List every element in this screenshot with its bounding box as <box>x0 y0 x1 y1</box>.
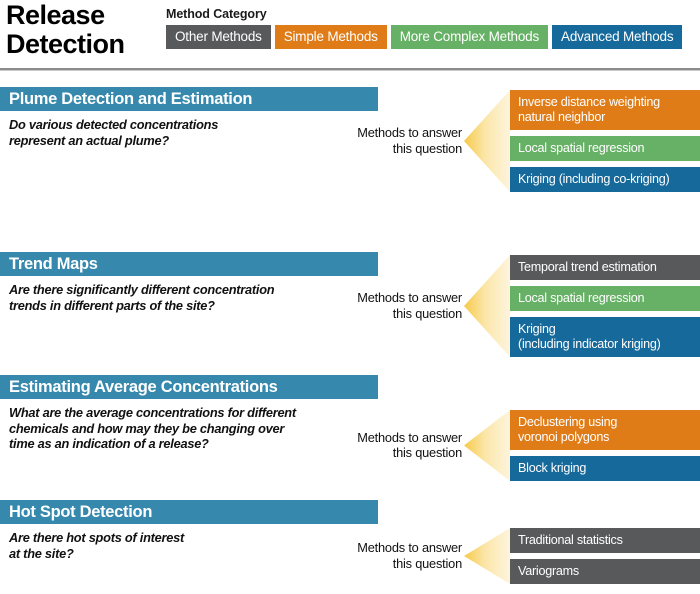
method-box[interactable]: Declustering using voronoi polygons <box>510 410 700 450</box>
methods-cta-label: Methods to answer this question <box>357 290 462 321</box>
legend-badge-3[interactable]: Advanced Methods <box>552 25 683 49</box>
legend-badge-0[interactable]: Other Methods <box>166 25 271 49</box>
header-divider <box>0 68 700 71</box>
section-question: Are there hot spots of interest at the s… <box>9 530 184 561</box>
method-list-0: Inverse distance weighting natural neigh… <box>510 90 700 192</box>
method-list-3: Traditional statistics Variograms <box>510 528 700 584</box>
methods-arrow <box>464 410 510 481</box>
section-heading: Hot Spot Detection <box>0 500 378 524</box>
method-box[interactable]: Temporal trend estimation <box>510 255 700 280</box>
section-question: What are the average concentrations for … <box>9 405 296 451</box>
legend-heading: Method Category <box>166 7 267 21</box>
method-box[interactable]: Block kriging <box>510 456 700 481</box>
section-question: Are there significantly different concen… <box>9 282 275 313</box>
methods-cta-label: Methods to answer this question <box>357 429 462 461</box>
masthead: Release Detection Method Category Other … <box>0 0 700 68</box>
method-box[interactable]: Inverse distance weighting natural neigh… <box>510 90 700 130</box>
methods-arrow <box>464 90 510 192</box>
method-box[interactable]: Kriging (including indicator kriging) <box>510 317 700 357</box>
method-box[interactable]: Traditional statistics <box>510 528 700 553</box>
section-heading: Estimating Average Concentrations <box>0 375 378 399</box>
method-box[interactable]: Variograms <box>510 559 700 584</box>
method-list-2: Declustering using voronoi polygons Block… <box>510 410 700 481</box>
section-heading: Plume Detection and Estimation <box>0 87 378 111</box>
methods-arrow <box>464 528 510 584</box>
section-question: Do various detected concentrations repre… <box>9 117 219 148</box>
method-list-1: Temporal trend estimation Local spatial r… <box>510 255 700 357</box>
page-title: Release Detection <box>6 0 125 59</box>
method-box[interactable]: Local spatial regression <box>510 286 700 311</box>
method-box[interactable]: Kriging (including co-kriging) <box>510 167 700 192</box>
methods-cta-label: Methods to answer this question <box>357 540 462 571</box>
legend-badge-list: Other Methods Simple Methods More Complex … <box>166 25 700 49</box>
section-heading: Trend Maps <box>0 252 378 276</box>
method-box[interactable]: Local spatial regression <box>510 136 700 161</box>
legend-badge-1[interactable]: Simple Methods <box>274 25 387 49</box>
method-category-legend: Method Category Other Methods Simple Meth… <box>166 7 700 49</box>
legend-badge-2[interactable]: More Complex Methods <box>390 25 549 49</box>
release-detection-infographic: Release Detection Method Category Other … <box>0 0 700 594</box>
methods-cta-label: Methods to answer this question <box>357 125 462 156</box>
methods-arrow <box>464 255 510 357</box>
